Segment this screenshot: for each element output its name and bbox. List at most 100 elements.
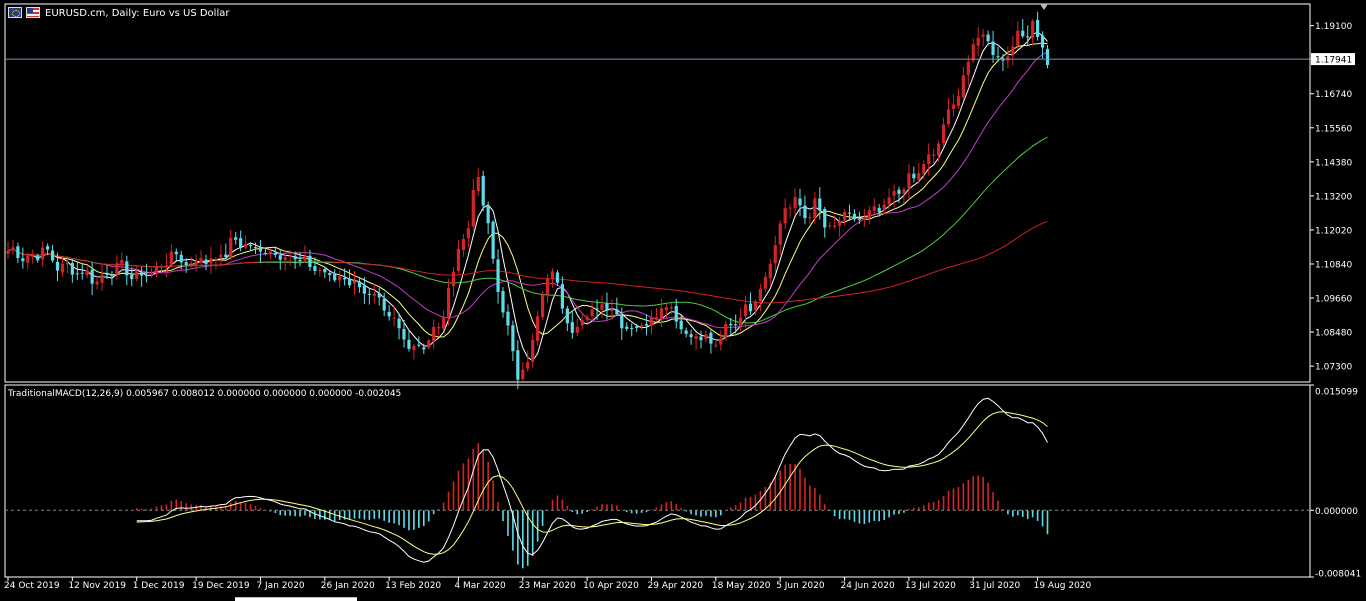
candle-body: [412, 345, 416, 351]
date-label: 10 Apr 2020: [583, 581, 639, 591]
candle-body: [1026, 36, 1030, 38]
candle: [476, 168, 480, 196]
candle: [367, 288, 371, 305]
candle-body: [857, 218, 861, 220]
candle-body: [783, 208, 787, 224]
date-label: 19 Aug 2020: [1034, 581, 1092, 591]
candle-body: [224, 254, 228, 257]
candle: [798, 188, 802, 217]
candle-body: [778, 223, 782, 245]
candle: [951, 94, 956, 117]
date-label: 18 May 2020: [712, 581, 771, 591]
chart-tab-active[interactable]: [235, 597, 357, 601]
candle: [481, 170, 485, 212]
price-label: 1.16740: [1315, 90, 1352, 100]
candle: [338, 270, 342, 288]
candle-body: [347, 278, 352, 286]
candle-body: [31, 255, 35, 257]
candle: [318, 267, 322, 277]
price-label: 1.07300: [1315, 363, 1352, 373]
candle-body: [357, 281, 362, 288]
candle: [748, 292, 753, 315]
candle: [244, 235, 248, 250]
signal-line: [136, 411, 1048, 555]
date-label: 7 Jan 2020: [256, 581, 304, 591]
candle: [303, 245, 307, 264]
candle-body: [536, 316, 540, 341]
candle: [328, 271, 332, 282]
candle-body: [422, 347, 426, 350]
candle-body: [818, 198, 822, 211]
candle-body: [803, 205, 807, 219]
candle-body: [486, 206, 490, 224]
candle: [491, 219, 495, 264]
candle: [506, 304, 510, 336]
candle: [941, 117, 946, 147]
date-label: 4 Mar 2020: [454, 581, 506, 591]
chart-frame: [4, 3, 1311, 578]
candle: [258, 240, 263, 263]
candle-body: [283, 257, 287, 260]
candle: [778, 220, 782, 255]
candle-body: [922, 164, 926, 174]
candle: [763, 272, 767, 292]
macd-panel-frame: [4, 384, 1311, 578]
candle: [456, 239, 461, 273]
candle-body: [570, 322, 574, 333]
candle-body: [714, 344, 718, 346]
candle-body: [897, 189, 901, 195]
candle-body: [773, 245, 777, 264]
candle: [31, 249, 35, 264]
candle: [793, 188, 797, 216]
candle: [694, 332, 698, 351]
candle-body: [253, 246, 258, 248]
candle: [828, 221, 832, 229]
candle: [521, 361, 525, 382]
candle-body: [882, 204, 886, 211]
candle-body: [734, 324, 738, 326]
candle: [199, 250, 203, 266]
chart-area[interactable]: 1.19100 1.17941 1.16740 1.15560 1.14380 1.132…: [0, 0, 1366, 601]
candle-body: [828, 225, 832, 227]
candle-body: [333, 274, 337, 281]
candle: [536, 310, 540, 346]
candle: [981, 28, 985, 47]
date-label: 12 Nov 2019: [68, 581, 126, 591]
candle-body: [194, 260, 198, 266]
candle: [704, 330, 708, 343]
candle-body: [392, 317, 396, 319]
candle-body: [120, 259, 124, 264]
candle-body: [862, 217, 866, 220]
candle-body: [303, 255, 307, 261]
candle: [75, 262, 79, 280]
candle-body: [36, 255, 40, 261]
candle-body: [575, 326, 579, 333]
candle-body: [328, 273, 332, 276]
candle-body: [244, 244, 248, 248]
candle: [1036, 11, 1040, 41]
candle: [867, 205, 871, 224]
candle: [946, 98, 951, 127]
candle-body: [1011, 46, 1015, 55]
candle: [219, 244, 223, 267]
candle-body: [372, 293, 376, 296]
candle: [729, 318, 733, 336]
candle-body: [649, 317, 654, 326]
candle-body: [50, 250, 55, 261]
candle: [813, 191, 817, 225]
candle-body: [55, 261, 60, 271]
candle-body: [689, 334, 693, 338]
candle: [451, 266, 456, 297]
candle-body: [654, 317, 659, 319]
candle-body: [907, 173, 911, 189]
candle-body: [481, 175, 485, 206]
candle-body: [461, 239, 465, 251]
candle-body: [130, 274, 134, 280]
candle-body: [293, 255, 297, 260]
candle-body: [387, 311, 391, 317]
candle: [1011, 36, 1015, 66]
candle: [80, 262, 84, 280]
candle-body: [506, 311, 510, 326]
candle-body: [615, 309, 619, 315]
candle-body: [852, 213, 857, 220]
